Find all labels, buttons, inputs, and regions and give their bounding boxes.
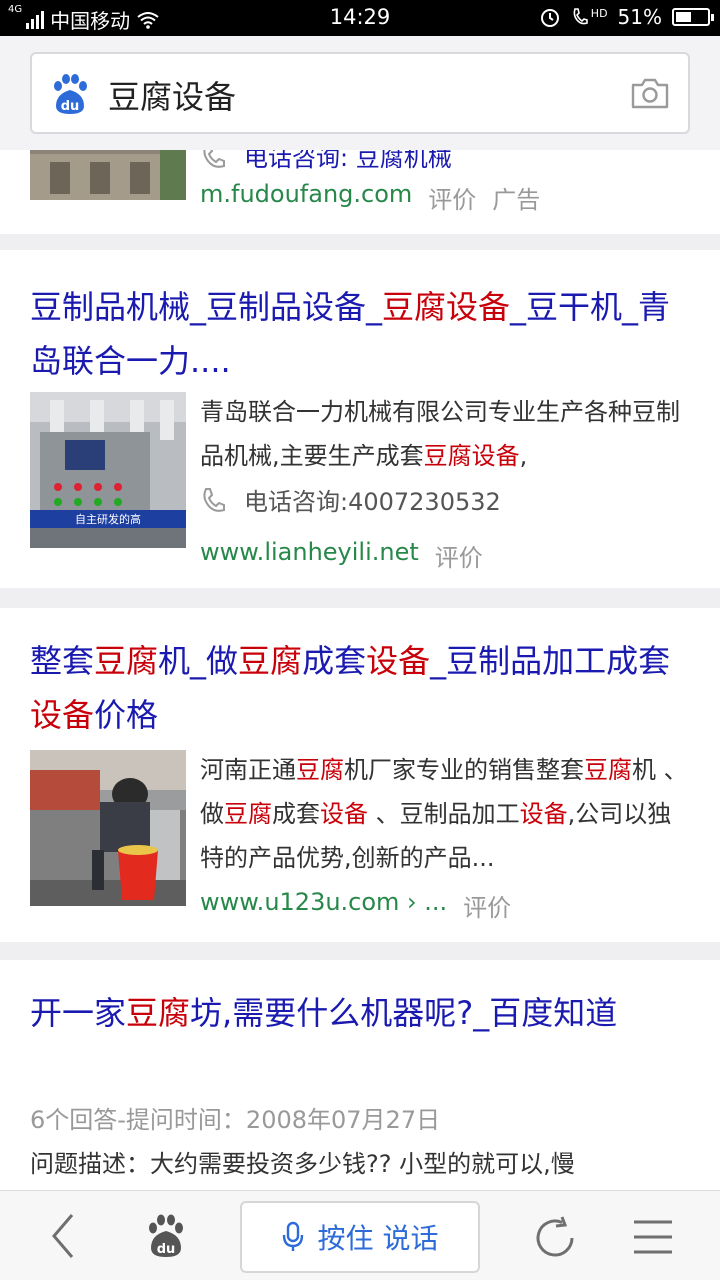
ad-label: 广告 (492, 186, 541, 214)
highlighted-keyword: 设备 (320, 800, 368, 828)
result-title[interactable]: 开一家豆腐坊,需要什么机器呢?_百度知道 (30, 986, 690, 1040)
search-box[interactable]: du 豆腐设备 (30, 52, 690, 134)
phone-icon (203, 150, 225, 168)
microphone-icon (282, 1221, 303, 1251)
call-icon (573, 8, 588, 25)
text-segment: 机_做 (158, 642, 239, 680)
result-title[interactable]: 豆制品机械_豆制品设备_豆腐设备_豆干机_青岛联合一力.... (30, 280, 690, 388)
result-description: 河南正通豆腐机厂家专业的销售整套豆腐机 、做豆腐成套设备 、豆制品加工设备,公司… (200, 748, 690, 880)
result-meta: 6个回答-提问时间：2008年07月27日 (30, 1106, 441, 1134)
result-thumbnail[interactable] (30, 150, 186, 200)
text-segment: 、豆制品加工 (368, 800, 520, 828)
result-thumbnail[interactable] (30, 750, 186, 906)
rate-link[interactable]: 评价 (428, 180, 476, 215)
text-segment: 开一家 (30, 994, 127, 1032)
result-url[interactable]: www.u123u.com › ... (200, 888, 447, 923)
text-segment: , (519, 442, 528, 470)
phone-icon (203, 487, 225, 512)
text-segment: 整套 (30, 642, 95, 680)
result-url[interactable]: www.lianheyili.net (200, 538, 419, 573)
highlighted-keyword: 豆腐 (296, 756, 344, 784)
menu-icon[interactable] (632, 1219, 674, 1255)
svg-text:自主研发的高: 自主研发的高 (75, 512, 141, 526)
text-segment: 豆制品机械_豆制品设备_ (30, 288, 383, 326)
text-segment: 成套 (302, 642, 367, 680)
voice-input-button[interactable]: 按住 说话 (240, 1201, 480, 1273)
alarm-icon (540, 9, 559, 27)
result-title[interactable]: 整套豆腐机_做豆腐成套设备_豆制品加工成套设备价格 (30, 634, 690, 742)
highlighted-keyword: 豆腐 (584, 756, 632, 784)
refresh-icon[interactable] (532, 1215, 578, 1261)
result-phone-text: 电话咨询:4007230532 (244, 488, 501, 516)
baidu-paw-icon: du (54, 74, 87, 114)
rate-link[interactable]: 评价 (463, 888, 511, 923)
result-card-4[interactable]: 开一家豆腐坊,需要什么机器呢?_百度知道 6个回答-提问时间：2008年07月2… (0, 960, 720, 1190)
result-thumbnail[interactable]: 自主研发的高 (30, 392, 186, 548)
result-description: 青岛联合一力机械有限公司专业生产各种豆制品机械,主要生产成套豆腐设备, (200, 390, 690, 478)
result-description: 问题描述：大约需要投资多少钱?? 小型的就可以,慢 (30, 1150, 575, 1178)
svg-text:du: du (61, 99, 80, 114)
result-card-3[interactable]: 整套豆腐机_做豆腐成套设备_豆制品加工成套设备价格 河南正通豆腐机厂家专业的销售… (0, 608, 720, 942)
highlighted-keyword: 设备 (366, 642, 431, 680)
battery-icon (672, 8, 714, 26)
results-list[interactable]: 电话咨询: 豆腐机械 m.fudoufang.com 评价 广告 豆制品机械_豆… (0, 150, 720, 1190)
highlighted-keyword: 设备 (519, 800, 568, 828)
hd-label: HD (590, 7, 608, 20)
result-url[interactable]: m.fudoufang.com (200, 180, 412, 215)
result-phone[interactable]: 电话咨询:4007230532 (200, 482, 501, 517)
result-source: m.fudoufang.com 评价 广告 (200, 180, 540, 215)
highlighted-keyword: 豆腐 (126, 994, 191, 1032)
result-phone-text: 电话咨询: 豆腐机械 (244, 150, 452, 172)
svg-text:du: du (157, 1242, 176, 1257)
highlighted-keyword: 豆腐设备 (423, 442, 520, 470)
highlighted-keyword: 豆腐 (238, 642, 303, 680)
status-bar: 4G 中国移动 14:29 HD 51% (0, 0, 720, 36)
text-segment: _豆制品加工成套 (430, 642, 671, 680)
highlighted-keyword: 豆腐 (94, 642, 159, 680)
text-segment: 机厂家专业的销售整套 (344, 756, 584, 784)
highlighted-keyword: 设备 (30, 696, 95, 734)
chevron-left-icon[interactable] (46, 1209, 80, 1263)
search-header: du 豆腐设备 (0, 36, 720, 150)
highlighted-keyword: 豆腐设备 (382, 288, 511, 326)
baidu-paw-icon[interactable]: du (144, 1213, 188, 1259)
text-segment: 河南正通 (200, 756, 296, 784)
result-card-1[interactable]: 电话咨询: 豆腐机械 m.fudoufang.com 评价 广告 (0, 150, 720, 234)
bottom-toolbar: du 按住 说话 (0, 1190, 720, 1280)
search-query[interactable]: 豆腐设备 (108, 72, 236, 118)
text-segment: 价格 (94, 696, 159, 734)
text-segment: 坊,需要什么机器呢?_百度知道 (190, 994, 618, 1032)
battery-percent: 51% (617, 5, 662, 29)
result-card-2[interactable]: 豆制品机械_豆制品设备_豆腐设备_豆干机_青岛联合一力.... 自主研发的高 青… (0, 250, 720, 588)
result-source: www.u123u.com › ... 评价 (200, 888, 511, 923)
camera-icon[interactable] (630, 76, 670, 110)
rate-link[interactable]: 评价 (435, 538, 483, 573)
result-source: www.lianheyili.net 评价 (200, 538, 483, 573)
text-segment: 成套 (272, 800, 320, 828)
result-phone[interactable]: 电话咨询: 豆腐机械 (200, 150, 452, 173)
highlighted-keyword: 豆腐 (224, 800, 272, 828)
voice-label: 按住 说话 (317, 1222, 439, 1255)
